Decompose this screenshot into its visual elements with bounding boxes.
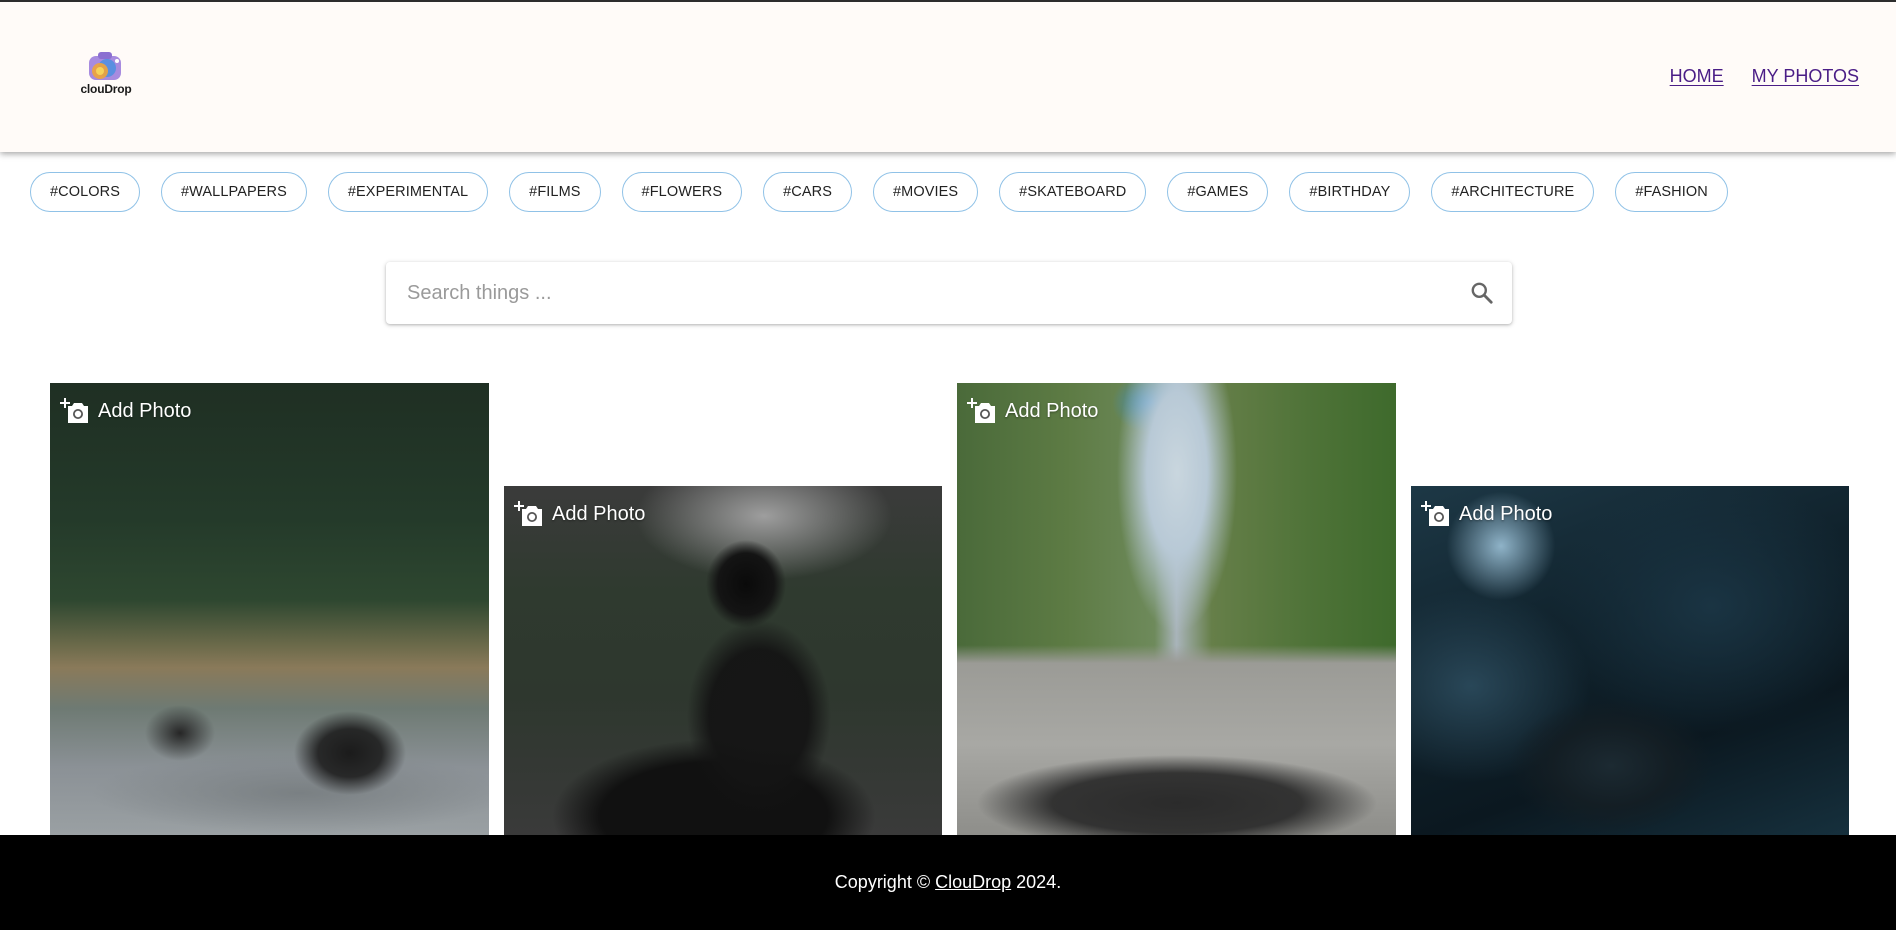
add-photo-label: Add Photo [552, 502, 646, 525]
tag-fashion[interactable]: #FASHION [1615, 172, 1728, 212]
tag-games[interactable]: #GAMES [1167, 172, 1269, 212]
tag-flowers[interactable]: #FLOWERS [621, 172, 743, 212]
photo-image [504, 486, 942, 835]
tag-birthday[interactable]: #BIRTHDAY [1289, 172, 1411, 212]
site-footer: Copyright © ClouDrop 2024. [0, 835, 1896, 930]
search-button[interactable] [1452, 262, 1512, 324]
nav-home-link[interactable]: HOME [1670, 66, 1724, 87]
tag-wallpapers[interactable]: #WALLPAPERS [161, 172, 307, 212]
tag-colors[interactable]: #COLORS [30, 172, 140, 212]
tag-skateboard[interactable]: #SKATEBOARD [999, 172, 1147, 212]
footer-cloudrop-link[interactable]: ClouDrop [935, 872, 1011, 893]
add-photo-icon [967, 398, 995, 423]
search-input[interactable] [386, 262, 1452, 324]
add-photo-button[interactable]: Add Photo [967, 397, 1098, 425]
photo-image [50, 383, 489, 835]
footer-copyright-prefix: Copyright © [834, 872, 931, 892]
add-photo-label: Add Photo [98, 399, 192, 422]
search-icon [1471, 282, 1493, 304]
add-photo-button[interactable]: Add Photo [1421, 500, 1552, 528]
search-bar [386, 262, 1512, 324]
logo[interactable]: clouDrop [76, 50, 136, 100]
photo-image [1411, 486, 1849, 835]
add-photo-button[interactable]: Add Photo [514, 500, 645, 528]
add-photo-label: Add Photo [1005, 399, 1099, 422]
tag-films[interactable]: #FILMS [509, 172, 601, 212]
nav-my-photos-link[interactable]: MY PHOTOS [1752, 66, 1859, 87]
photo-image [957, 383, 1396, 835]
page: clouDrop HOME MY PHOTOS #COLORS #WALLPAP… [0, 0, 1896, 930]
main-nav: HOME MY PHOTOS [1670, 66, 1859, 87]
add-photo-icon [514, 501, 542, 526]
tag-list: #COLORS #WALLPAPERS #EXPERIMENTAL #FILMS… [30, 172, 1728, 212]
add-photo-label: Add Photo [1459, 502, 1553, 525]
tag-cars[interactable]: #CARS [763, 172, 852, 212]
tag-experimental[interactable]: #EXPERIMENTAL [327, 172, 489, 212]
photo-card[interactable]: Add Photo [504, 486, 942, 835]
add-photo-button[interactable]: Add Photo [60, 397, 191, 425]
logo-text: clouDrop [80, 82, 132, 96]
photo-card[interactable]: Add Photo [50, 383, 489, 835]
tag-movies[interactable]: #MOVIES [872, 172, 979, 212]
photo-card[interactable]: Add Photo [957, 383, 1396, 835]
camera-logo-icon [89, 52, 121, 80]
tag-architecture[interactable]: #ARCHITECTURE [1431, 172, 1595, 212]
footer-year: 2024. [1016, 872, 1062, 892]
add-photo-icon [1421, 501, 1449, 526]
site-header: clouDrop HOME MY PHOTOS [0, 0, 1896, 152]
add-photo-icon [60, 398, 88, 423]
photo-card[interactable]: Add Photo [1411, 486, 1849, 835]
